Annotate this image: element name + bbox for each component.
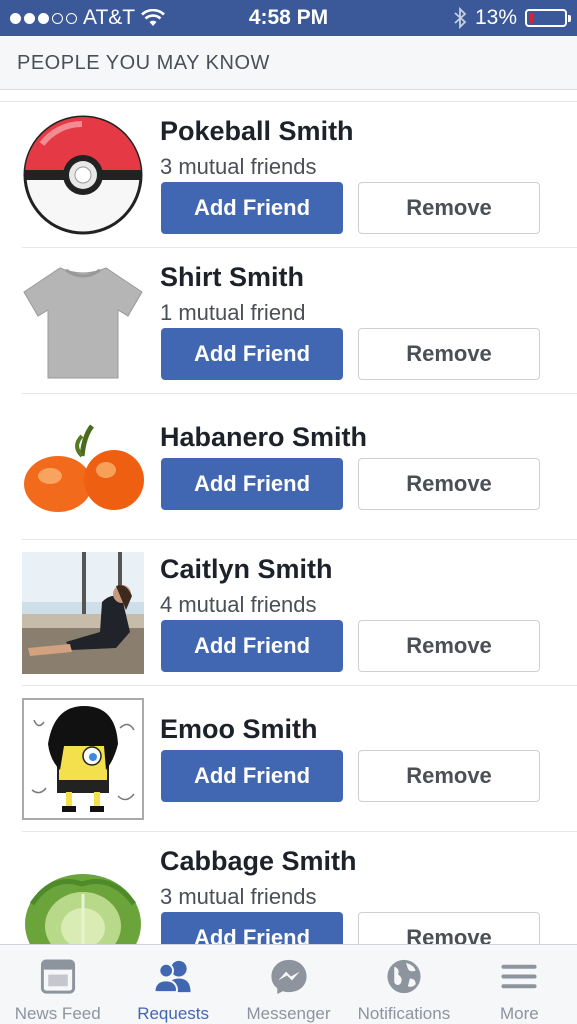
person-row: Pokeball Smith 3 mutual friends Add Frie… bbox=[22, 102, 577, 248]
globe-icon bbox=[387, 959, 421, 994]
tab-messenger[interactable]: Messenger bbox=[231, 945, 346, 1024]
pokeball-avatar[interactable] bbox=[22, 114, 144, 236]
requests-icon bbox=[153, 960, 191, 994]
tab-label: News Feed bbox=[14, 1004, 101, 1023]
tab-notifications[interactable]: Notifications bbox=[346, 945, 461, 1024]
battery-percent: 13% bbox=[474, 6, 517, 29]
tab-bar: News Feed Requests Messenger Notificatio… bbox=[0, 944, 577, 1024]
remove-button[interactable]: Remove bbox=[358, 182, 540, 234]
tab-requests[interactable]: Requests bbox=[115, 945, 230, 1024]
remove-button[interactable]: Remove bbox=[358, 750, 540, 802]
section-header: PEOPLE YOU MAY KNOW bbox=[0, 36, 577, 90]
person-row: Emoo Smith Add Friend Remove bbox=[22, 686, 577, 832]
messenger-icon bbox=[270, 959, 307, 995]
person-row: Caitlyn Smith 4 mutual friends Add Frien… bbox=[22, 540, 577, 686]
remove-button[interactable]: Remove bbox=[358, 458, 540, 510]
mutual-friends-count[interactable]: 3 mutual friends bbox=[160, 154, 317, 180]
person-row: Habanero Smith Add Friend Remove bbox=[22, 394, 577, 540]
person-photo-avatar[interactable] bbox=[22, 552, 144, 674]
add-friend-button[interactable]: Add Friend bbox=[161, 328, 343, 380]
status-bar: AT&T 4:58 PM 13% bbox=[0, 0, 577, 36]
person-name[interactable]: Cabbage Smith bbox=[160, 846, 357, 877]
tab-label: Messenger bbox=[246, 1004, 331, 1023]
news-feed-icon bbox=[40, 959, 75, 994]
person-name[interactable]: Emoo Smith bbox=[160, 714, 318, 745]
mutual-friends-count[interactable]: 3 mutual friends bbox=[160, 884, 317, 910]
emo-sponge-avatar[interactable] bbox=[22, 698, 144, 820]
person-row: Shirt Smith 1 mutual friend Add Friend R… bbox=[22, 248, 577, 394]
tab-label: Notifications bbox=[357, 1004, 451, 1023]
tshirt-avatar[interactable] bbox=[22, 260, 144, 382]
person-row: Cabbage Smith 3 mutual friends Add Frien… bbox=[22, 832, 577, 945]
tab-label: More bbox=[499, 1004, 539, 1023]
person-name[interactable]: Pokeball Smith bbox=[160, 116, 354, 147]
battery-icon bbox=[525, 9, 571, 27]
remove-button[interactable]: Remove bbox=[358, 912, 540, 945]
habanero-avatar[interactable] bbox=[22, 406, 144, 528]
person-name[interactable]: Shirt Smith bbox=[160, 262, 304, 293]
add-friend-button[interactable]: Add Friend bbox=[161, 182, 343, 234]
cabbage-avatar[interactable] bbox=[22, 844, 144, 945]
add-friend-button[interactable]: Add Friend bbox=[161, 750, 343, 802]
person-name[interactable]: Habanero Smith bbox=[160, 422, 367, 453]
tab-more[interactable]: More bbox=[462, 945, 577, 1024]
mutual-friends-count[interactable]: 4 mutual friends bbox=[160, 592, 317, 618]
add-friend-button[interactable]: Add Friend bbox=[161, 620, 343, 672]
add-friend-button[interactable]: Add Friend bbox=[161, 912, 343, 945]
remove-button[interactable]: Remove bbox=[358, 328, 540, 380]
tab-news-feed[interactable]: News Feed bbox=[0, 945, 115, 1024]
tab-label: Requests bbox=[137, 1004, 210, 1023]
mutual-friends-count[interactable]: 1 mutual friend bbox=[160, 300, 306, 326]
people-list[interactable]: Pokeball Smith 3 mutual friends Add Frie… bbox=[0, 101, 577, 945]
remove-button[interactable]: Remove bbox=[358, 620, 540, 672]
menu-icon bbox=[501, 964, 537, 989]
add-friend-button[interactable]: Add Friend bbox=[161, 458, 343, 510]
bluetooth-icon bbox=[454, 7, 467, 29]
person-name[interactable]: Caitlyn Smith bbox=[160, 554, 333, 585]
